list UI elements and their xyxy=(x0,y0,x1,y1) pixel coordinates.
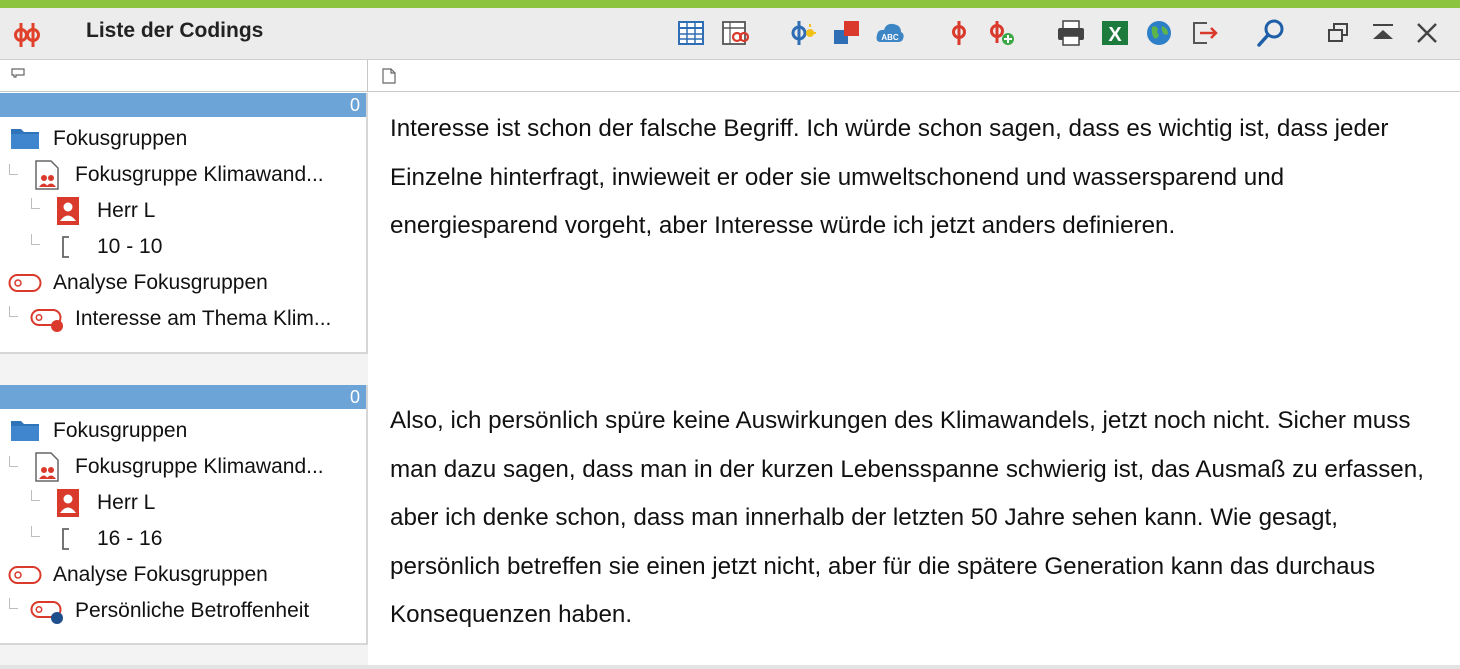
tree-connector xyxy=(31,234,40,245)
search-icon[interactable] xyxy=(1256,18,1286,48)
document-label: Fokusgruppe Klimawand... xyxy=(75,455,324,478)
folder-label: Fokusgruppen xyxy=(53,419,188,442)
app-logo-icon xyxy=(14,23,40,47)
tree-item-code[interactable]: Interesse am Thema Klim... xyxy=(0,300,366,336)
close-icon[interactable] xyxy=(1412,18,1442,48)
segment-range-label: 16 - 16 xyxy=(97,527,163,550)
toolbar: Liste der Codings ABC X xyxy=(0,8,1460,60)
flag-icon xyxy=(11,68,25,78)
code-label: Persönliche Betroffenheit xyxy=(75,599,310,622)
tree-connector xyxy=(9,164,18,175)
column-header-text[interactable] xyxy=(368,60,1460,92)
coding-separator xyxy=(0,354,368,385)
tree-connector xyxy=(31,490,40,501)
segment-range-label: 10 - 10 xyxy=(97,235,163,258)
window-accent-stripe xyxy=(0,0,1460,8)
coded-segment-text[interactable]: Also, ich persönlich spüre keine Auswirk… xyxy=(390,397,1450,640)
speaker-label: Herr L xyxy=(97,199,156,222)
export-icon[interactable] xyxy=(1190,18,1220,48)
code-table-icon[interactable] xyxy=(721,18,751,48)
table-view-icon[interactable] xyxy=(676,18,706,48)
code-label: Interesse am Thema Klim... xyxy=(75,307,332,330)
document-icon xyxy=(382,68,396,84)
code-system-label: Analyse Fokusgruppen xyxy=(53,271,268,294)
abc-cloud-icon[interactable]: ABC xyxy=(875,18,905,48)
segment-bracket-icon xyxy=(62,236,69,258)
tree-item-document[interactable]: Fokusgruppe Klimawand... xyxy=(0,156,366,192)
tree-item-folder[interactable]: Fokusgruppen xyxy=(0,412,366,448)
weight-count: 0 xyxy=(349,95,360,115)
color-swatch-icon[interactable] xyxy=(832,18,862,48)
folder-icon xyxy=(11,421,39,441)
coded-segment-text[interactable]: Interesse ist schon der falsche Begriff.… xyxy=(390,105,1450,251)
speaker-icon xyxy=(57,489,79,517)
print-icon[interactable] xyxy=(1056,18,1086,48)
svg-text:ABC: ABC xyxy=(881,33,899,42)
column-header-source[interactable] xyxy=(0,60,368,92)
code-system-icon xyxy=(8,566,42,584)
tree-item-speaker[interactable]: Herr L xyxy=(0,192,366,228)
coded-text-panel: Interesse ist schon der falsche Begriff.… xyxy=(368,93,1460,665)
tree-connector xyxy=(31,526,40,537)
coding-header-bar[interactable]: 0 xyxy=(0,93,366,117)
focus-group-document-icon xyxy=(35,160,59,190)
folder-label: Fokusgruppen xyxy=(53,127,188,150)
code-icon xyxy=(30,309,63,332)
document-label: Fokusgruppe Klimawand... xyxy=(75,163,324,186)
tree-item-code-system[interactable]: Analyse Fokusgruppen xyxy=(0,264,366,300)
tree-item-code-system[interactable]: Analyse Fokusgruppen xyxy=(0,556,366,592)
window-title: Liste der Codings xyxy=(86,19,264,42)
coding-source-panel[interactable]: 0 Fokusgruppen Fokusgruppe Klimawand... … xyxy=(0,93,368,354)
coding-separator xyxy=(0,645,368,665)
tree-connector xyxy=(9,456,18,467)
code-icon xyxy=(30,601,63,624)
weight-count: 0 xyxy=(349,387,360,407)
tree-item-speaker[interactable]: Herr L xyxy=(0,484,366,520)
segment-bracket-icon xyxy=(62,528,69,550)
tree-connector xyxy=(9,306,18,317)
tree-connector xyxy=(31,198,40,209)
tree-item-code[interactable]: Persönliche Betroffenheit xyxy=(0,592,366,628)
speaker-label: Herr L xyxy=(97,491,156,514)
tree-item-segment-range[interactable]: 16 - 16 xyxy=(0,520,366,556)
code-system-label: Analyse Fokusgruppen xyxy=(53,563,268,586)
code-suggest-icon[interactable] xyxy=(788,18,818,48)
svg-text:X: X xyxy=(1108,24,1122,46)
tree-connector xyxy=(9,598,18,609)
focus-group-document-icon xyxy=(35,452,59,482)
speaker-icon xyxy=(57,197,79,225)
coding-header-bar[interactable]: 0 xyxy=(0,385,366,409)
code-add-icon[interactable] xyxy=(986,18,1016,48)
restore-window-icon[interactable] xyxy=(1324,18,1354,48)
tree-item-document[interactable]: Fokusgruppe Klimawand... xyxy=(0,448,366,484)
folder-icon xyxy=(11,129,39,149)
code-pin-icon[interactable] xyxy=(944,18,974,48)
excel-export-icon[interactable]: X xyxy=(1100,18,1130,48)
collapse-icon[interactable] xyxy=(1368,18,1398,48)
web-export-icon[interactable] xyxy=(1144,18,1174,48)
window-bottom-border xyxy=(0,665,1460,669)
tree-item-segment-range[interactable]: 10 - 10 xyxy=(0,228,366,264)
coding-source-panel[interactable]: 0 Fokusgruppen Fokusgruppe Klimawand... … xyxy=(0,385,368,645)
code-system-icon xyxy=(8,274,42,292)
tree-item-folder[interactable]: Fokusgruppen xyxy=(0,120,366,156)
